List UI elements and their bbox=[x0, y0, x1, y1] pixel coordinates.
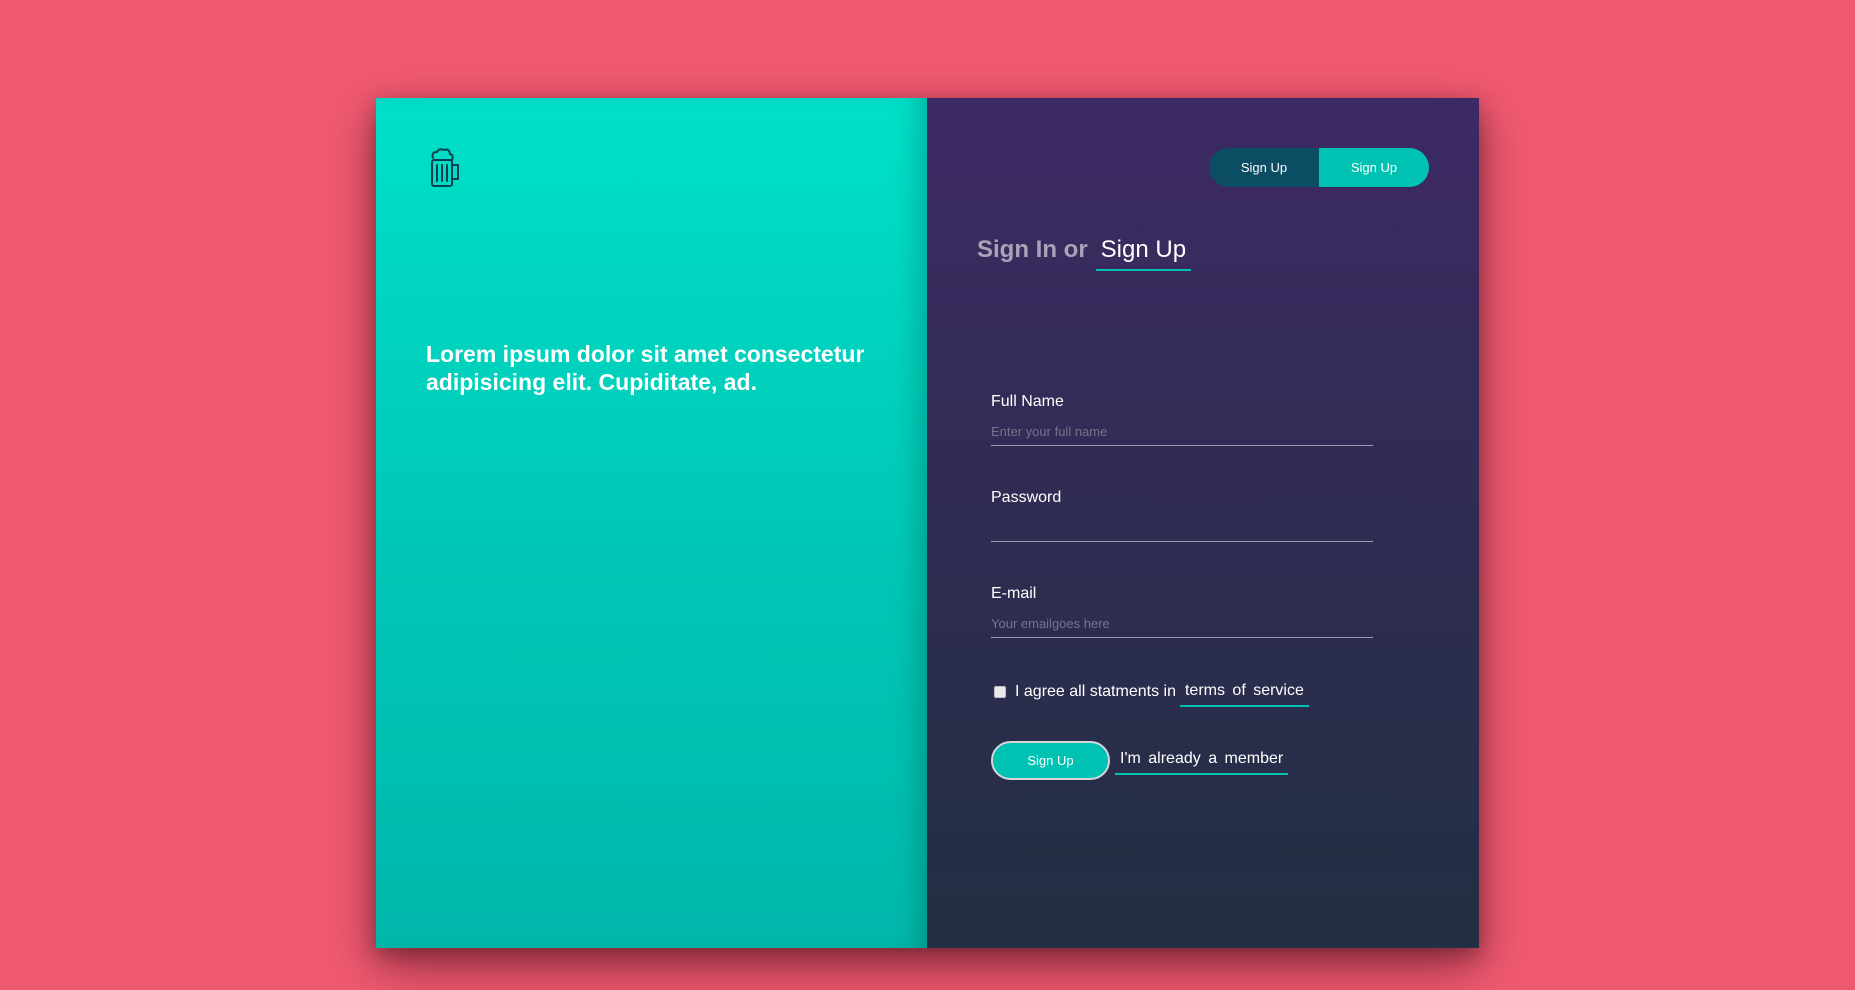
email-input[interactable] bbox=[991, 610, 1373, 638]
email-group: E-mail bbox=[991, 584, 1373, 680]
agree-text: I agree all statments in bbox=[1015, 683, 1176, 700]
form-actions: Sign Up I'm already a member bbox=[991, 741, 1373, 780]
agree-row: I agree all statments in terms of servic… bbox=[991, 674, 1373, 710]
left-panel: Lorem ipsum dolor sit amet consectetur a… bbox=[376, 98, 927, 948]
already-member-link[interactable]: I'm already a member bbox=[1115, 750, 1289, 775]
full-name-group: Full Name bbox=[991, 392, 1373, 488]
password-group: Password bbox=[991, 488, 1373, 584]
full-name-label: Full Name bbox=[991, 393, 1064, 410]
signup-card: Lorem ipsum dolor sit amet consectetur a… bbox=[376, 98, 1479, 948]
switcher-sign-up-right[interactable]: Sign Up bbox=[1319, 148, 1429, 187]
password-input[interactable] bbox=[991, 514, 1373, 542]
form-heading: Sign In or Sign Up bbox=[977, 236, 1192, 271]
auth-switcher: Sign Up Sign Up bbox=[1209, 148, 1429, 187]
password-label: Password bbox=[991, 489, 1062, 506]
sign-up-button[interactable]: Sign Up bbox=[991, 741, 1110, 780]
agree-checkbox[interactable] bbox=[994, 686, 1006, 698]
terms-of-service-link[interactable]: terms of service bbox=[1179, 682, 1309, 707]
email-label: E-mail bbox=[991, 585, 1037, 602]
full-name-input[interactable] bbox=[991, 418, 1373, 446]
sign-up-title[interactable]: Sign Up bbox=[1095, 236, 1192, 271]
tagline: Lorem ipsum dolor sit amet consectetur a… bbox=[426, 341, 865, 395]
sign-in-link[interactable]: Sign In or bbox=[977, 236, 1096, 264]
switcher-sign-up-left[interactable]: Sign Up bbox=[1209, 148, 1319, 187]
beer-mug-icon bbox=[427, 148, 461, 188]
right-panel: Sign Up Sign Up Sign In or Sign Up Full … bbox=[927, 98, 1479, 948]
signup-form: Full Name Password E-mail I agree all st… bbox=[991, 392, 1373, 780]
